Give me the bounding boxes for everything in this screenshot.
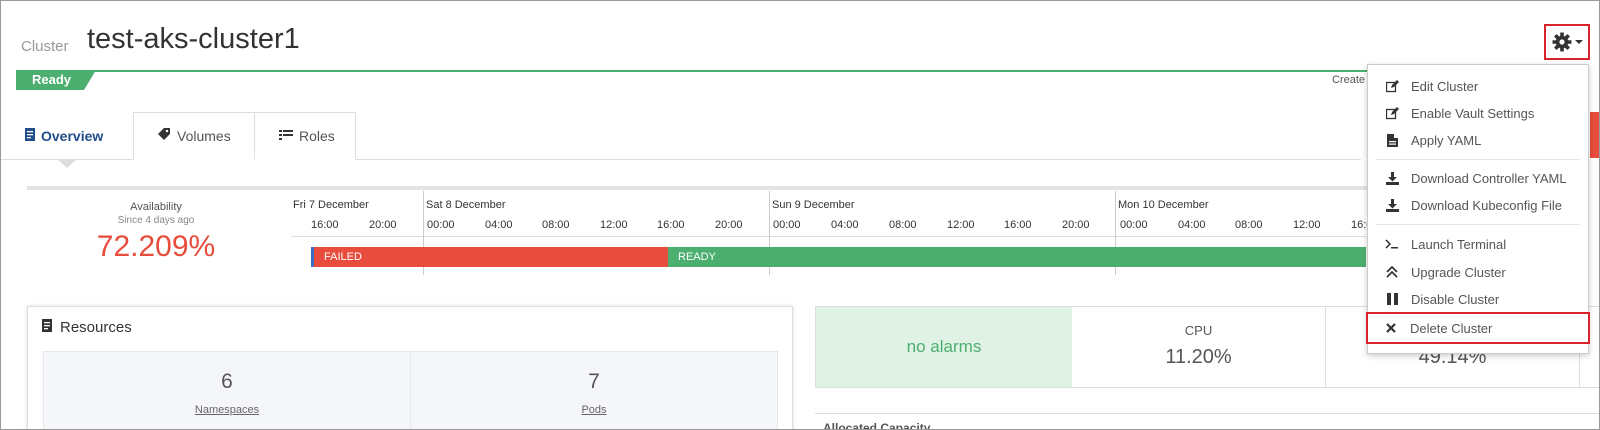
resources-panel: Resources 6 Namespaces 7 Pods xyxy=(27,306,793,429)
menu-item-label: Disable Cluster xyxy=(1411,291,1500,307)
tab-overview-label: Overview xyxy=(41,128,104,144)
timeline-time: 20:00 xyxy=(715,219,743,231)
timeline-time: 12:00 xyxy=(600,219,628,231)
timeline-time: 08:00 xyxy=(1235,219,1263,231)
menu-item-edit-cluster[interactable]: Edit Cluster xyxy=(1368,73,1588,99)
tag-icon xyxy=(158,112,171,160)
document-icon xyxy=(25,112,35,160)
divider xyxy=(27,186,1367,190)
gear-icon xyxy=(1552,32,1572,52)
alarms-status: no alarms xyxy=(816,307,1072,387)
file-icon xyxy=(1385,133,1399,147)
timeline-date: Mon 10 December xyxy=(1118,199,1209,211)
menu-item-download-controller-yaml[interactable]: Download Controller YAML xyxy=(1368,165,1588,191)
timeline-segment-failed[interactable]: FAILED xyxy=(311,247,668,267)
availability-panel: Availability Since 4 days ago 72.209% xyxy=(27,191,285,279)
resources-grid: 6 Namespaces 7 Pods xyxy=(43,351,778,429)
timeline-time: 12:00 xyxy=(947,219,975,231)
cluster-page: Cluster test-aks-cluster1 Ready Create O… xyxy=(0,0,1600,430)
timeline-date: Fri 7 December xyxy=(293,199,369,211)
tab-overview[interactable]: Overview xyxy=(1,112,127,160)
resources-title: Resources xyxy=(60,319,132,336)
allocated-capacity-heading: Allocated Capacity xyxy=(815,413,1599,429)
menu-item-label: Launch Terminal xyxy=(1411,236,1507,252)
created-text: Create xyxy=(1332,74,1366,86)
status-badge: Ready xyxy=(16,70,96,90)
timeline-time: 08:00 xyxy=(889,219,917,231)
timeline-time: 04:00 xyxy=(1178,219,1206,231)
timeline-date: Sun 9 December xyxy=(772,199,855,211)
menu-item-label: Download Controller YAML xyxy=(1411,170,1567,186)
tab-bar: Overview Volumes Roles xyxy=(1,112,1361,160)
close-icon xyxy=(1384,323,1398,333)
edit-icon xyxy=(1385,79,1399,93)
timeline-time: 04:00 xyxy=(831,219,859,231)
menu-item-label: Delete Cluster xyxy=(1410,320,1493,336)
menu-item-delete-cluster[interactable]: Delete Cluster xyxy=(1366,312,1590,344)
availability-since: Since 4 days ago xyxy=(117,215,195,226)
resource-pods: 7 Pods xyxy=(411,352,777,429)
timeline-time: 00:00 xyxy=(427,219,455,231)
cluster-actions-menu: Edit Cluster Enable Vault Settings Apply… xyxy=(1366,64,1590,354)
timeline-date: Sat 8 December xyxy=(426,199,506,211)
terminal-icon xyxy=(1385,238,1399,250)
resources-header: Resources xyxy=(42,319,132,336)
tab-volumes-label: Volumes xyxy=(177,128,231,144)
timeline-time: 12:00 xyxy=(1293,219,1321,231)
cpu-metric: CPU 11.20% xyxy=(1072,307,1326,387)
menu-item-upgrade-cluster[interactable]: Upgrade Cluster xyxy=(1368,259,1588,285)
pause-icon xyxy=(1385,293,1399,305)
menu-item-launch-terminal[interactable]: Launch Terminal xyxy=(1368,231,1588,257)
timeline-time: 04:00 xyxy=(485,219,513,231)
menu-item-enable-vault-settings[interactable]: Enable Vault Settings xyxy=(1368,100,1588,126)
menu-item-download-kubeconfig-file[interactable]: Download Kubeconfig File xyxy=(1368,192,1588,218)
timeline-time: 16:00 xyxy=(311,219,339,231)
menu-item-label: Enable Vault Settings xyxy=(1411,105,1535,121)
timeline-segment-ready[interactable]: READY xyxy=(668,247,1366,267)
timeline-time: 16:00 xyxy=(1004,219,1032,231)
page-title-prefix: Cluster xyxy=(21,38,69,55)
timeline-time: 08:00 xyxy=(542,219,570,231)
timeline-axis-line xyxy=(291,236,1366,237)
timeline-time: 20:00 xyxy=(1062,219,1090,231)
double-chevron-up-icon xyxy=(1385,266,1399,278)
resource-count: 7 xyxy=(588,370,600,393)
settings-button[interactable] xyxy=(1544,24,1590,60)
page-title: test-aks-cluster1 xyxy=(87,23,300,55)
status-line xyxy=(16,70,1386,72)
availability-timeline: Fri 7 December Sat 8 December Sun 9 Dece… xyxy=(291,191,1379,281)
active-tab-indicator xyxy=(57,159,77,168)
tab-roles[interactable]: Roles xyxy=(254,112,356,160)
download-icon xyxy=(1385,198,1399,212)
tab-volumes[interactable]: Volumes xyxy=(133,112,255,160)
resource-namespaces: 6 Namespaces xyxy=(44,352,411,429)
tab-roles-label: Roles xyxy=(299,128,335,144)
document-icon xyxy=(42,319,52,336)
timeline-time: 16:00 xyxy=(657,219,685,231)
download-icon xyxy=(1385,171,1399,185)
availability-value: 72.209% xyxy=(96,230,216,263)
cpu-label: CPU xyxy=(1184,323,1213,338)
namespaces-link[interactable]: Namespaces xyxy=(195,404,259,416)
menu-divider xyxy=(1376,159,1580,160)
menu-item-disable-cluster[interactable]: Disable Cluster xyxy=(1368,286,1588,312)
menu-item-apply-yaml[interactable]: Apply YAML xyxy=(1368,127,1588,153)
edit-icon xyxy=(1385,106,1399,120)
timeline-time: 00:00 xyxy=(773,219,801,231)
resource-count: 6 xyxy=(221,370,233,393)
cpu-value: 11.20% xyxy=(1165,346,1232,368)
alert-strip xyxy=(1590,112,1599,158)
menu-item-label: Edit Cluster xyxy=(1411,78,1479,94)
chevron-down-icon xyxy=(1574,39,1583,45)
menu-item-label: Upgrade Cluster xyxy=(1411,264,1506,280)
menu-divider xyxy=(1376,224,1580,225)
menu-item-label: Download Kubeconfig File xyxy=(1411,197,1563,213)
availability-label: Availability xyxy=(130,201,182,213)
pods-link[interactable]: Pods xyxy=(581,404,606,416)
timeline-time: 00:00 xyxy=(1120,219,1148,231)
list-icon xyxy=(279,112,293,160)
timeline-time: 20:00 xyxy=(369,219,397,231)
menu-item-label: Apply YAML xyxy=(1411,132,1482,148)
